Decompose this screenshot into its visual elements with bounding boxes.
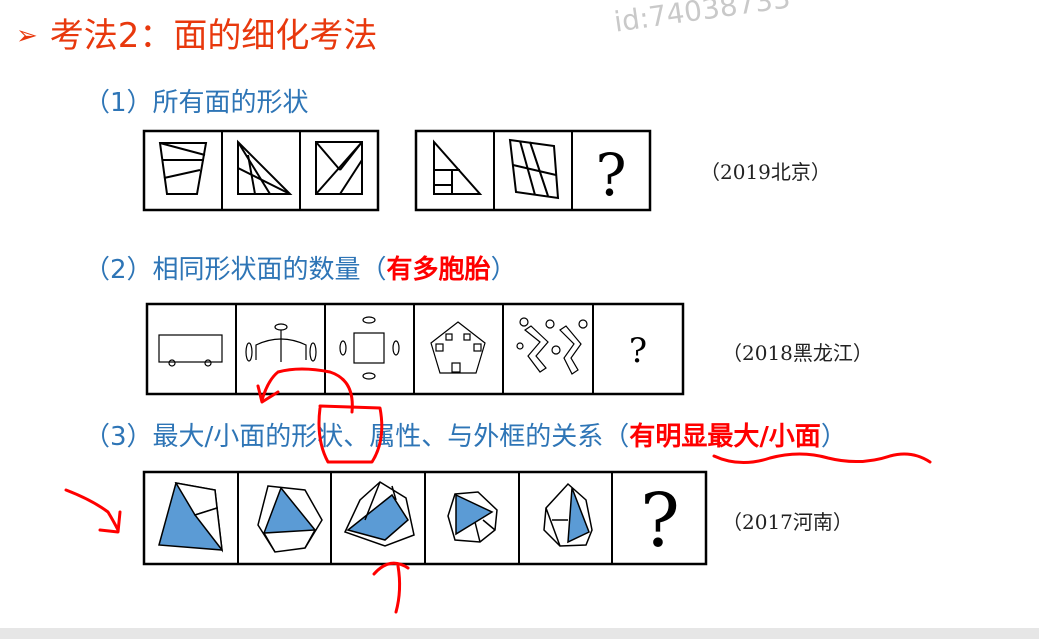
figures-canvas: ? ? ? — [64, 129, 932, 614]
puzzle-1 — [142, 129, 652, 212]
annotation-underline — [712, 452, 932, 464]
puzzle-2-fig-4 — [430, 321, 486, 374]
puzzle-3-fig-5 — [543, 482, 593, 547]
puzzle-3-fig-3 — [343, 481, 415, 547]
puzzle-3 — [142, 470, 708, 566]
puzzle-2-fig-2 — [245, 323, 317, 362]
puzzle-2-question-mark: ? — [629, 331, 647, 371]
annotation-circle — [317, 404, 384, 464]
puzzle-1-fig-5 — [508, 138, 560, 200]
puzzle-2 — [145, 302, 685, 396]
puzzle-1-fig-4 — [433, 139, 483, 195]
puzzle-3-fig-1 — [158, 481, 224, 553]
puzzle-1-question-mark: ? — [595, 141, 626, 209]
puzzle-1-fig-3 — [315, 141, 363, 195]
puzzle-3-question-mark: ? — [640, 478, 680, 564]
puzzle-3-fig-4 — [447, 491, 498, 543]
puzzle-2-fig-3 — [339, 316, 400, 380]
annotation-arrow-left — [64, 488, 120, 532]
puzzle-2-fig-5 — [516, 317, 588, 375]
puzzle-3-fig-2 — [257, 485, 323, 553]
annotation-arrow-bottom — [394, 564, 402, 614]
puzzle-2-fig-1 — [158, 334, 223, 367]
puzzle-1-fig-1 — [158, 142, 208, 195]
puzzle-1-fig-2 — [237, 139, 293, 195]
